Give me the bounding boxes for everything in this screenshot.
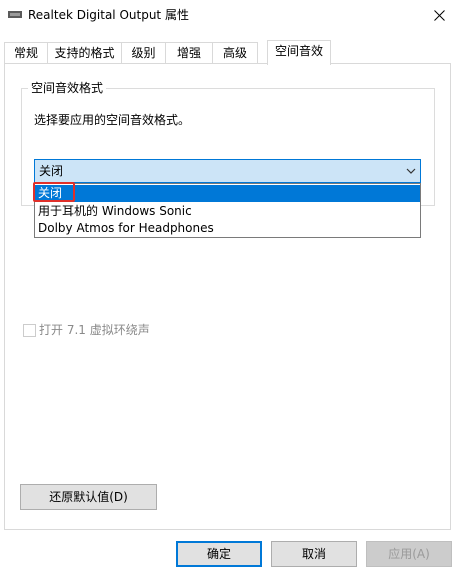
group-title: 空间音效格式 (28, 81, 107, 95)
dropdown-option-windows-sonic[interactable]: 用于耳机的 Windows Sonic (35, 203, 420, 220)
dropdown-option-off[interactable]: 关闭 (35, 185, 420, 202)
tab-advanced[interactable]: 高级 (212, 42, 258, 64)
tab-spatial-sound[interactable]: 空间音效 (267, 40, 331, 65)
close-icon (433, 10, 445, 21)
title-bar: Realtek Digital Output 属性 (0, 0, 455, 31)
cancel-button[interactable]: 取消 (271, 541, 357, 567)
tab-supported-formats[interactable]: 支持的格式 (47, 42, 122, 64)
group-description: 选择要应用的空间音效格式。 (34, 113, 191, 127)
tab-levels[interactable]: 级别 (121, 42, 166, 64)
close-button[interactable] (423, 0, 455, 31)
virtual-surround-checkbox[interactable] (23, 324, 36, 337)
spatial-format-select[interactable]: 关闭 (34, 159, 421, 183)
ok-button[interactable]: 确定 (176, 541, 262, 567)
select-value: 关闭 (39, 164, 64, 178)
tab-panel: 空间音效格式 选择要应用的空间音效格式。 打开 7.1 虚拟环绕声 还原默认值(… (4, 63, 451, 530)
chevron-down-icon (406, 168, 416, 174)
selection-highlight-mark (33, 182, 75, 202)
restore-defaults-button[interactable]: 还原默认值(D) (20, 484, 157, 510)
window-title: Realtek Digital Output 属性 (28, 8, 189, 22)
tab-general[interactable]: 常规 (4, 42, 48, 64)
virtual-surround-label: 打开 7.1 虚拟环绕声 (39, 323, 150, 337)
tab-strip: 常规 支持的格式 级别 增强 高级 空间音效 (4, 40, 451, 65)
apply-button[interactable]: 应用(A) (366, 541, 452, 567)
tab-enhancements[interactable]: 增强 (165, 42, 213, 64)
dropdown-option-dolby-atmos[interactable]: Dolby Atmos for Headphones (35, 220, 420, 237)
speaker-icon (8, 11, 22, 18)
spatial-format-dropdown: 关闭 用于耳机的 Windows Sonic Dolby Atmos for H… (34, 183, 421, 238)
